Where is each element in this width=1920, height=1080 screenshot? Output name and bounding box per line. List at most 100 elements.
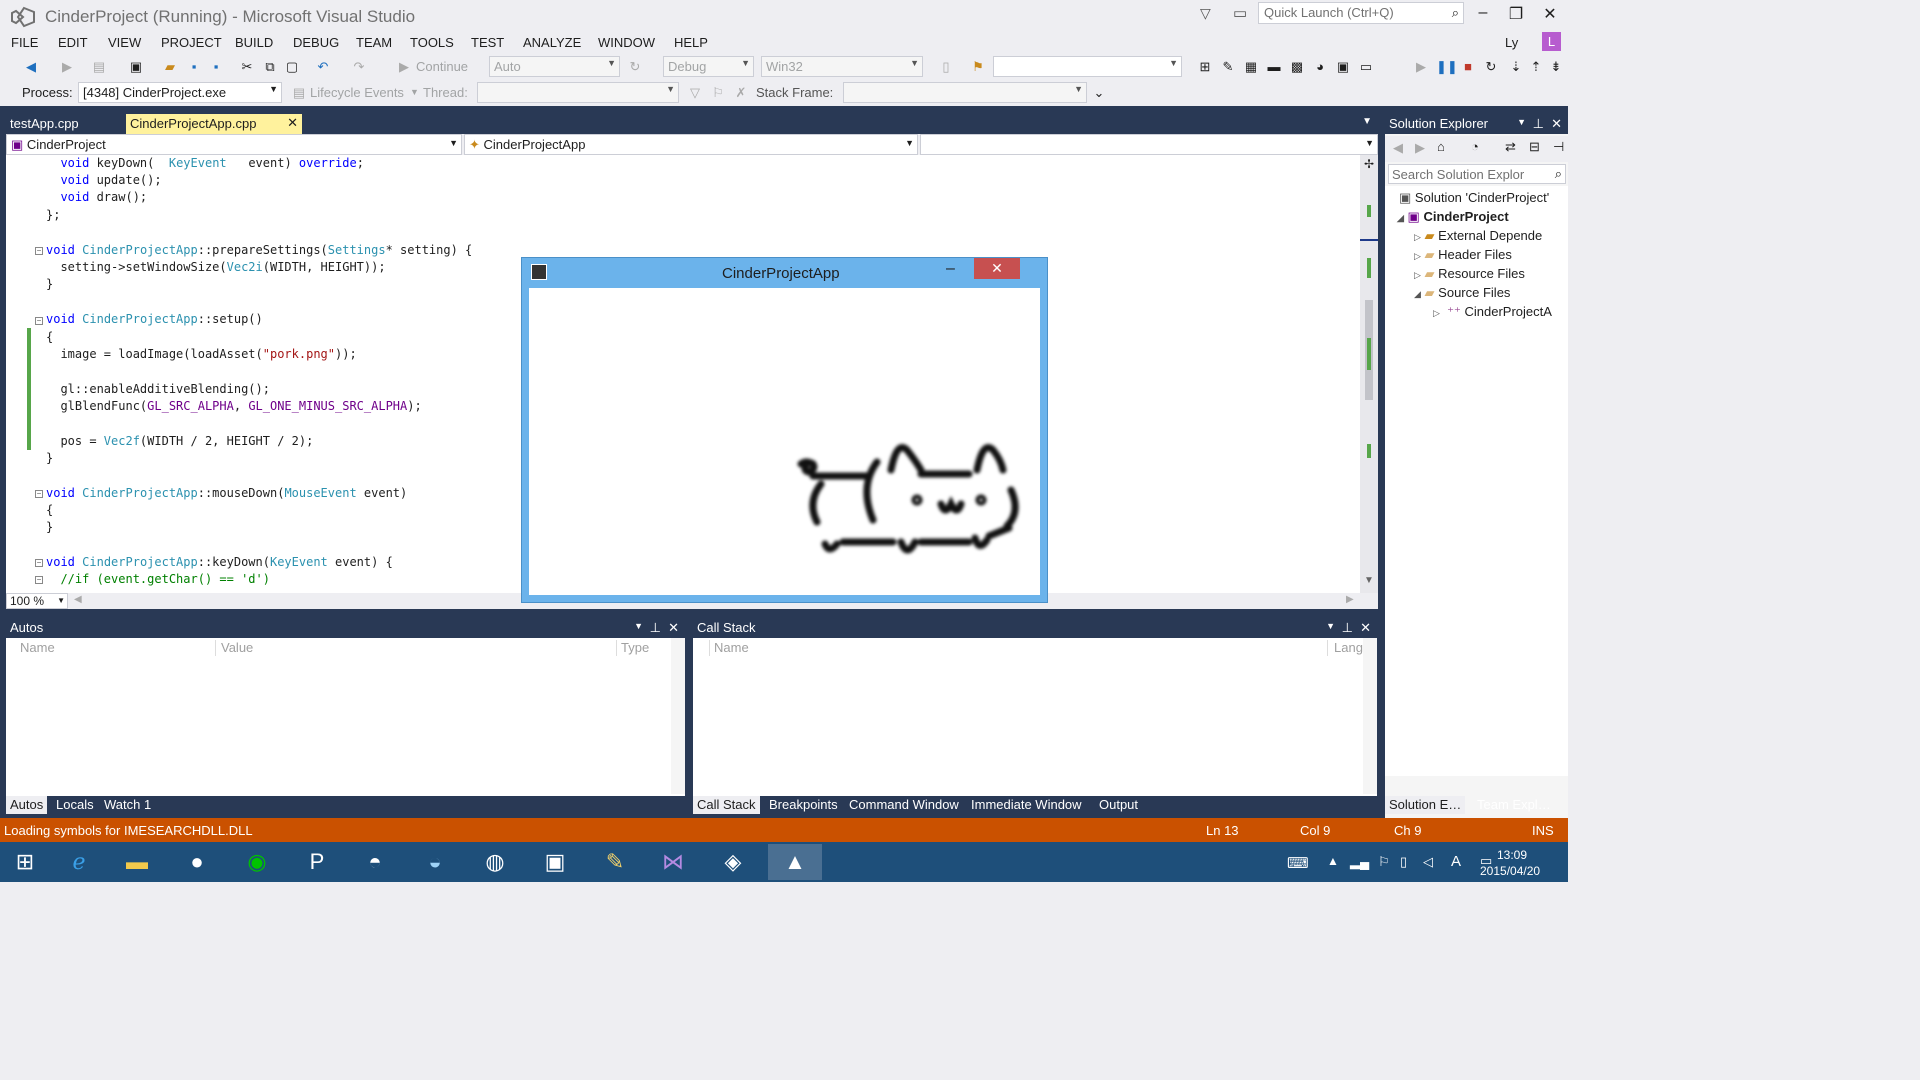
collapse-all-icon[interactable]: ⊟ bbox=[1529, 139, 1540, 155]
menu-build[interactable]: BUILD bbox=[235, 35, 273, 50]
save-icon[interactable]: ▪ bbox=[185, 58, 203, 76]
tab-team-explorer[interactable]: Team Expl… bbox=[1473, 796, 1555, 814]
network-icon[interactable]: ▂▄ bbox=[1350, 854, 1369, 870]
minimize-button[interactable]: – bbox=[1468, 4, 1498, 22]
close-tab-icon[interactable]: ✕ bbox=[287, 115, 298, 131]
panel-menu-icon[interactable]: ▼ bbox=[1326, 621, 1335, 631]
app-window-titlebar[interactable]: CinderProjectApp – ▭ bbox=[522, 258, 1047, 288]
call-stack-scrollbar[interactable] bbox=[1363, 638, 1377, 794]
debug-toolbar-icon-6[interactable]: ▣ bbox=[1334, 58, 1352, 76]
split-icon[interactable]: ✢ bbox=[1364, 157, 1374, 171]
find-in-files-icon[interactable]: ⚑ bbox=[969, 58, 987, 76]
clock-time[interactable]: 13:09 bbox=[1497, 848, 1527, 862]
scroll-down-icon[interactable]: ▼ bbox=[1364, 575, 1374, 586]
p-app-icon[interactable]: P bbox=[292, 844, 342, 880]
menu-analyze[interactable]: ANALYZE bbox=[523, 35, 581, 50]
pin-icon[interactable]: ⊥ bbox=[1342, 620, 1353, 636]
tab-output[interactable]: Output bbox=[1095, 796, 1142, 814]
notepad-icon[interactable]: ✎ bbox=[590, 844, 640, 880]
menu-project[interactable]: PROJECT bbox=[161, 35, 222, 50]
continue-button[interactable]: Continue bbox=[416, 59, 468, 74]
debug-toolbar-icon-2[interactable]: ▦ bbox=[1242, 58, 1260, 76]
tab-cinderprojectapp[interactable]: CinderProjectApp.cpp ✕ bbox=[126, 114, 302, 134]
redo-icon[interactable]: ↷ bbox=[350, 58, 368, 76]
unity-icon[interactable]: ◈ bbox=[708, 844, 758, 880]
wrench-icon[interactable]: ✎ bbox=[1219, 58, 1237, 76]
solution-search-input[interactable]: Search Solution Explor ⌕ bbox=[1388, 164, 1566, 184]
properties-icon[interactable]: ⊣ bbox=[1553, 139, 1564, 155]
tree-item-resource-files[interactable]: ▷ ▰ Resource Files bbox=[1414, 266, 1525, 282]
show-hidden-icons-icon[interactable]: ▲ bbox=[1327, 854, 1339, 868]
column-divider[interactable] bbox=[215, 640, 216, 656]
play-icon[interactable]: ▶ bbox=[1412, 58, 1430, 76]
app-minimize-button[interactable]: – bbox=[946, 260, 955, 278]
line-icon[interactable]: ◉ bbox=[232, 844, 282, 880]
open-file-icon[interactable]: ▰ bbox=[161, 58, 179, 76]
keyboard-icon[interactable]: ⌨ bbox=[1287, 854, 1309, 872]
collapse-toggle[interactable]: − bbox=[35, 576, 43, 584]
close-panel-icon[interactable]: ✕ bbox=[668, 620, 679, 636]
tab-solution-explorer[interactable]: Solution E… bbox=[1385, 796, 1466, 814]
debug-toolbar-icon-1[interactable]: ⊞ bbox=[1196, 58, 1214, 76]
pending-changes-icon[interactable]: ◔ bbox=[1471, 139, 1479, 154]
tab-call-stack[interactable]: Call Stack bbox=[693, 796, 760, 814]
tab-overflow-icon[interactable]: ▼ bbox=[1362, 116, 1372, 127]
column-header-lang[interactable]: Lang bbox=[1334, 640, 1363, 655]
cinder-app-taskbar-icon[interactable]: ▲ bbox=[768, 844, 822, 880]
app-canvas[interactable] bbox=[529, 288, 1040, 595]
editor-vertical-scrollbar[interactable]: ✢ ▼ bbox=[1360, 155, 1378, 593]
tab-autos[interactable]: Autos bbox=[6, 796, 48, 814]
internet-explorer-icon[interactable]: ℯ bbox=[54, 844, 104, 880]
save-all-icon[interactable]: ▪ bbox=[207, 58, 225, 76]
github-icon[interactable]: ● bbox=[172, 844, 222, 880]
new-project-icon[interactable]: ▣ bbox=[127, 58, 145, 76]
tab-locals[interactable]: Locals bbox=[52, 796, 98, 814]
feedback-icon[interactable]: ▭ bbox=[1233, 4, 1247, 22]
back-icon[interactable]: ◀ bbox=[1393, 140, 1403, 156]
solution-explorer-hscrollbar[interactable] bbox=[1385, 776, 1568, 790]
panel-menu-icon[interactable]: ▼ bbox=[634, 621, 643, 631]
flag-icon[interactable]: ⚐ bbox=[709, 84, 727, 102]
refresh-icon[interactable]: ↻ bbox=[626, 58, 644, 76]
close-panel-icon[interactable]: ✕ bbox=[1360, 620, 1371, 636]
thread-combo[interactable]: ▼ bbox=[477, 82, 679, 103]
menu-edit[interactable]: EDIT bbox=[58, 35, 88, 50]
tab-testapp[interactable]: testApp.cpp bbox=[6, 114, 83, 134]
continue-icon[interactable]: ▶ bbox=[395, 58, 413, 76]
column-header-value[interactable]: Value bbox=[221, 640, 253, 655]
collapse-toggle[interactable]: − bbox=[35, 247, 43, 255]
auto-combo[interactable]: Auto ▼ bbox=[489, 56, 620, 77]
debug-toolbar-icon-5[interactable]: ◕ bbox=[1311, 58, 1329, 76]
tree-item-header-files[interactable]: ▷ ▰ Header Files bbox=[1414, 247, 1512, 263]
panel-menu-icon[interactable]: ▼ bbox=[1517, 117, 1526, 127]
column-divider[interactable] bbox=[616, 640, 617, 656]
filter-icon[interactable]: ▽ bbox=[1200, 5, 1211, 22]
scroll-left-icon[interactable]: ◀ bbox=[74, 594, 82, 605]
autos-scrollbar[interactable] bbox=[671, 638, 685, 794]
step-out-icon[interactable]: ⇟ bbox=[1547, 58, 1565, 76]
maximize-button[interactable]: ❐ bbox=[1501, 4, 1531, 24]
type-scope-combo[interactable]: ✦ CinderProjectApp ▼ bbox=[464, 134, 918, 155]
process-combo[interactable]: [4348] CinderProject.exe ▼ bbox=[78, 82, 282, 103]
project-scope-combo[interactable]: ▣ CinderProject ▼ bbox=[6, 134, 462, 155]
sync-icon[interactable]: ⇄ bbox=[1505, 139, 1516, 155]
debug-toolbar-icon-7[interactable]: ▭ bbox=[1357, 58, 1375, 76]
column-header-name[interactable]: Name bbox=[20, 640, 55, 655]
user-avatar[interactable]: L bbox=[1542, 32, 1561, 51]
lifecycle-events-button[interactable]: Lifecycle Events bbox=[310, 85, 404, 100]
debug-toolbar-icon-4[interactable]: ▩ bbox=[1288, 58, 1306, 76]
forward-icon[interactable]: ▶ bbox=[58, 58, 76, 76]
menu-file[interactable]: FILE bbox=[11, 35, 38, 50]
volume-icon[interactable]: ◁ bbox=[1423, 854, 1433, 870]
step-over-icon[interactable]: ⇡ bbox=[1527, 58, 1545, 76]
tab-watch-1[interactable]: Watch 1 bbox=[100, 796, 155, 814]
close-button[interactable]: ✕ bbox=[1535, 4, 1565, 24]
toolbar-options-icon[interactable]: ⌄ bbox=[1090, 84, 1108, 102]
menu-view[interactable]: VIEW bbox=[108, 35, 141, 50]
paste-icon[interactable]: ▢ bbox=[283, 58, 301, 76]
column-header-type[interactable]: Type bbox=[621, 640, 649, 655]
tree-item-source-files[interactable]: ◢ ▰ Source Files bbox=[1414, 285, 1510, 301]
zoom-combo[interactable]: 100 % ▼ bbox=[6, 593, 68, 609]
collapse-toggle[interactable]: − bbox=[35, 317, 43, 325]
menu-team[interactable]: TEAM bbox=[356, 35, 392, 50]
